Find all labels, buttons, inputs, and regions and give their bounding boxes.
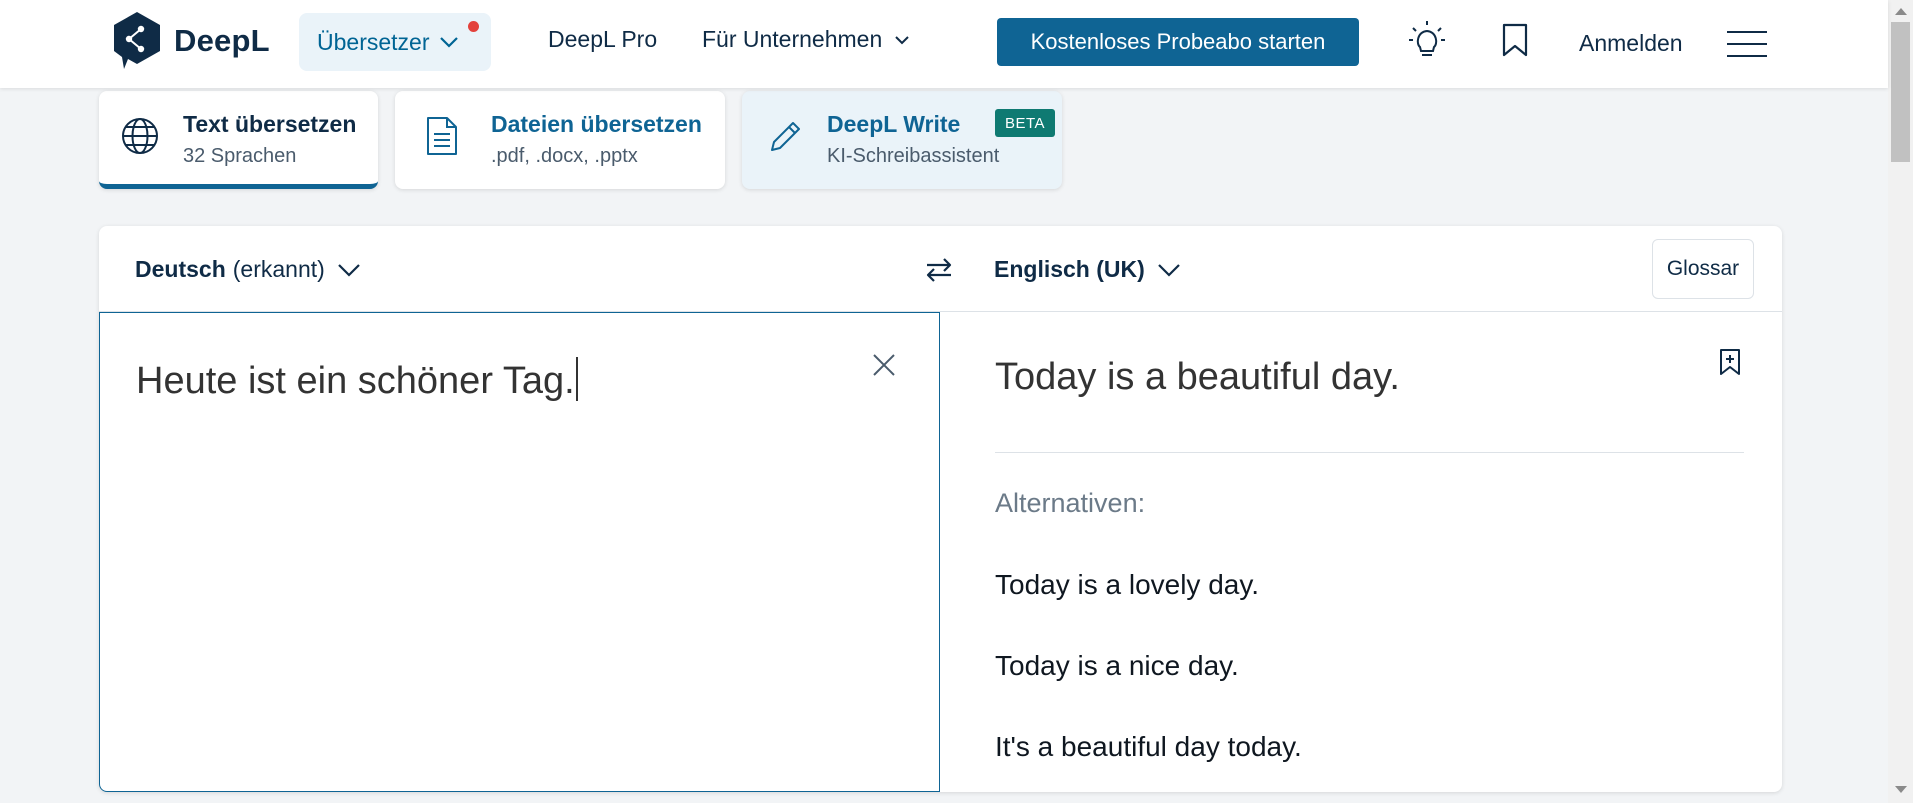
bookmark-icon[interactable]: [1500, 23, 1530, 57]
notification-dot: [468, 21, 479, 32]
beta-badge: BETA: [995, 109, 1056, 137]
detected-label: (erkannt): [232, 256, 325, 282]
nav-translator-dropdown[interactable]: Übersetzer: [299, 13, 491, 71]
globe-icon: [121, 117, 159, 155]
swap-languages-button[interactable]: [923, 254, 955, 291]
mode-title: Text übersetzen: [183, 111, 357, 137]
nav-deepl-pro[interactable]: DeepL Pro: [548, 26, 657, 53]
swap-arrows-icon: [923, 254, 955, 291]
translator-panel: Deutsch (erkannt) Englisch (UK) Glossar …: [99, 226, 1782, 792]
source-language-select[interactable]: Deutsch (erkannt): [135, 256, 361, 283]
alternative-item[interactable]: Today is a lovely day.: [995, 569, 1259, 601]
bookmark-add-icon: [1718, 348, 1742, 381]
divider: [995, 452, 1744, 453]
clear-text-button[interactable]: [872, 353, 896, 382]
mode-file-translate[interactable]: Dateien übersetzen .pdf, .docx, .pptx: [395, 91, 725, 189]
target-language-select[interactable]: Englisch (UK): [994, 256, 1181, 283]
mode-subtitle: KI-Schreibassistent: [827, 145, 1000, 167]
target-text-area: Today is a beautiful day. Alternativen: …: [940, 312, 1782, 792]
scroll-down-arrow[interactable]: [1895, 786, 1907, 793]
glossary-button[interactable]: Glossar: [1652, 239, 1754, 299]
document-icon: [425, 116, 459, 156]
target-text[interactable]: Today is a beautiful day.: [995, 356, 1400, 399]
top-header: DeepL Übersetzer DeepL Pro Für Unternehm…: [0, 0, 1888, 88]
alternatives-label: Alternativen:: [995, 488, 1146, 518]
pencil-icon: [766, 118, 804, 156]
scroll-up-arrow[interactable]: [1895, 8, 1907, 15]
language-bar: Deutsch (erkannt) Englisch (UK) Glossar: [99, 226, 1782, 312]
mode-subtitle: .pdf, .docx, .pptx: [491, 145, 638, 167]
mode-title: Dateien übersetzen: [491, 111, 702, 137]
chevron-down-icon: [337, 263, 361, 277]
nav-business-dropdown[interactable]: Für Unternehmen: [702, 26, 910, 53]
mode-text-translate[interactable]: Text übersetzen 32 Sprachen: [99, 91, 378, 189]
mode-title: DeepL Write: [827, 111, 961, 137]
mode-subtitle: 32 Sprachen: [183, 145, 297, 167]
page-scrollbar[interactable]: [1888, 0, 1913, 803]
nav-business-label: Für Unternehmen: [702, 26, 883, 52]
logo-text: DeepL: [174, 23, 270, 58]
source-text[interactable]: Heute ist ein schöner Tag.: [136, 357, 578, 403]
nav-deepl-pro-label: DeepL Pro: [548, 26, 658, 52]
nav-translator-label: Übersetzer: [317, 28, 430, 55]
login-link[interactable]: Anmelden: [1579, 30, 1683, 57]
alternative-item[interactable]: It's a beautiful day today.: [995, 731, 1302, 763]
source-language-label: Deutsch: [135, 256, 226, 282]
source-text-value: Heute ist ein schöner Tag.: [136, 360, 575, 402]
scroll-thumb[interactable]: [1891, 22, 1910, 162]
source-text-area[interactable]: Heute ist ein schöner Tag.: [99, 312, 940, 792]
lightbulb-icon[interactable]: [1408, 20, 1446, 60]
alternative-item[interactable]: Today is a nice day.: [995, 650, 1239, 682]
chevron-down-icon: [894, 35, 910, 45]
deepl-logo[interactable]: DeepL: [112, 11, 270, 71]
text-caret: [575, 357, 578, 401]
free-trial-button[interactable]: Kostenloses Probeabo starten: [997, 18, 1359, 66]
deepl-logo-icon: [112, 11, 162, 71]
mode-deepl-write[interactable]: DeepL Write BETA KI-Schreibassistent: [742, 91, 1062, 189]
close-icon: [872, 353, 896, 382]
save-translation-button[interactable]: [1718, 348, 1742, 381]
hamburger-menu-icon[interactable]: [1727, 30, 1767, 58]
chevron-down-icon: [439, 36, 459, 48]
chevron-down-icon: [1157, 263, 1181, 277]
target-language-label: Englisch (UK): [994, 256, 1145, 282]
